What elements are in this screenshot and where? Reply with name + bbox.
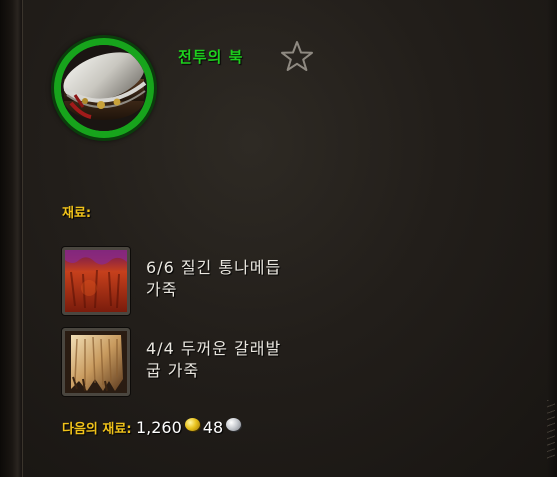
recipe-detail-panel: 전투의 북 재료: 6/6 질긴 통나메듭 가죽 4/4 두꺼운 갈래발 굽 가… bbox=[0, 0, 557, 477]
reagent-line-1: 4/4 두꺼운 갈래발 bbox=[146, 339, 282, 358]
war-drum-icon[interactable] bbox=[54, 38, 154, 138]
vendor-cost-label: 다음의 재료: bbox=[62, 422, 132, 437]
reagent-line-1: 6/6 질긴 통나메듭 bbox=[146, 258, 282, 277]
reagent-knothide-leather[interactable]: 6/6 질긴 통나메듭 가죽 bbox=[62, 247, 482, 315]
panel-left-border bbox=[0, 0, 23, 477]
reagent-thick-clefthoof-leather[interactable]: 4/4 두꺼운 갈래발 굽 가죽 bbox=[62, 328, 482, 396]
reagent-line-2: 굽 가죽 bbox=[146, 361, 200, 380]
silver-amount: 48 bbox=[202, 418, 224, 437]
silver-coin-icon bbox=[226, 418, 242, 431]
knothide-leather-icon[interactable] bbox=[62, 247, 130, 315]
vendor-cost-row: 다음의 재료: 1,260 48 bbox=[62, 418, 244, 437]
gold-coin-icon bbox=[184, 418, 200, 431]
reagents-label: 재료: bbox=[62, 206, 92, 221]
reagent-line-2: 가죽 bbox=[146, 280, 178, 299]
reagent-text: 6/6 질긴 통나메듭 가죽 bbox=[146, 257, 281, 301]
panel-resize-grip bbox=[547, 400, 555, 460]
reagent-text: 4/4 두꺼운 갈래발 굽 가죽 bbox=[146, 338, 281, 382]
star-outline-icon[interactable] bbox=[280, 40, 314, 72]
item-title: 전투의 북 bbox=[178, 48, 244, 66]
gold-amount: 1,260 bbox=[135, 418, 182, 437]
thick-clefthoof-leather-icon[interactable] bbox=[62, 328, 130, 396]
